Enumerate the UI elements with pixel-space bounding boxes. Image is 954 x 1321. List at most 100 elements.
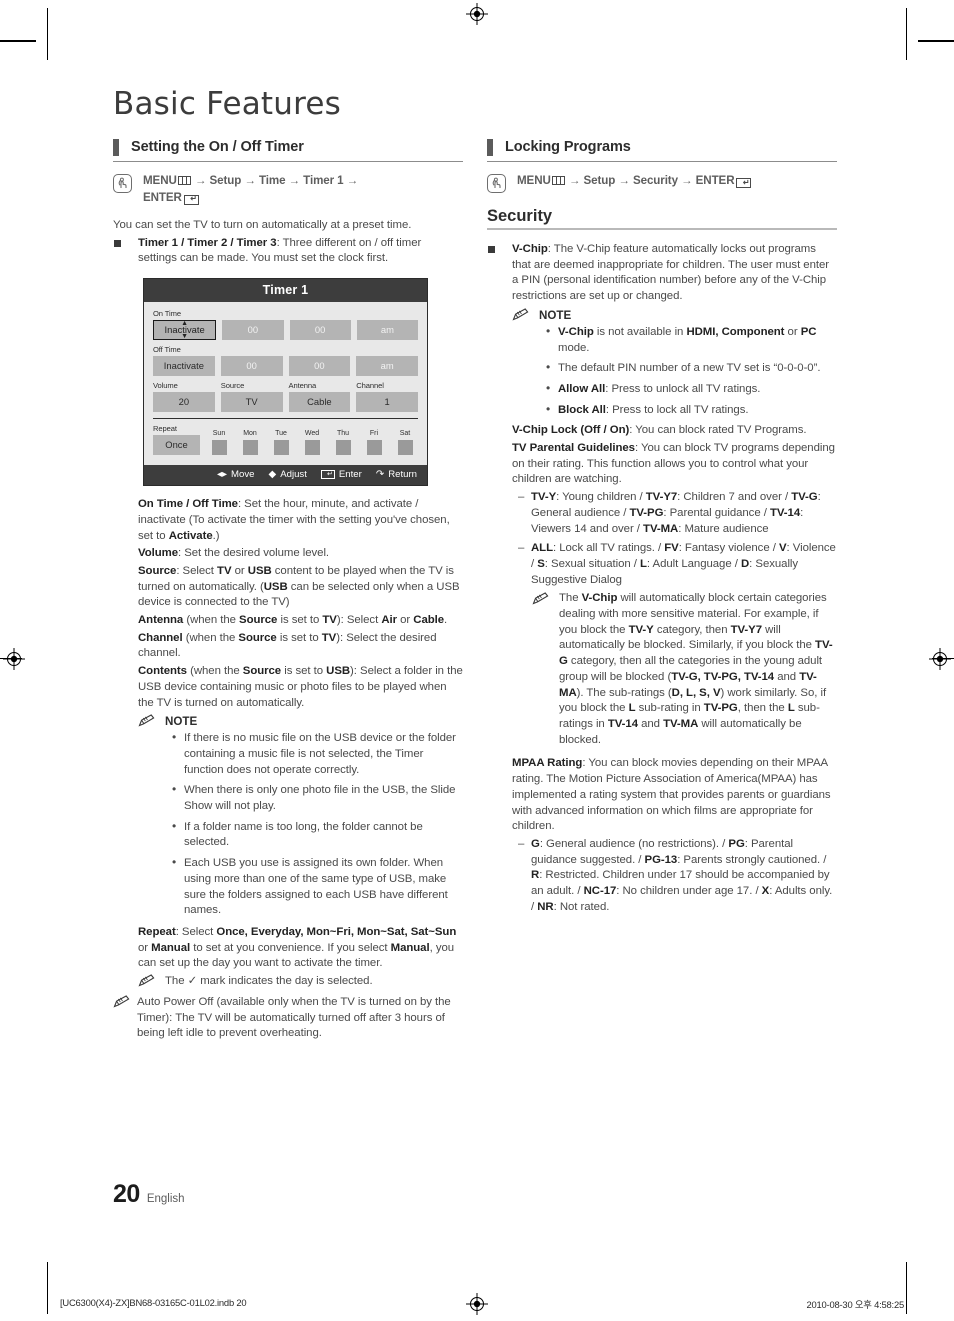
- osd-on-time-minute[interactable]: 00: [289, 320, 351, 341]
- osd-action-move-label: Move: [231, 469, 255, 481]
- osd-quad-row: 20 TV Cable 1: [153, 392, 418, 413]
- footer-file-info: [UC6300(X4)-ZX]BN68-03165C-01L02.indb 20: [60, 1297, 247, 1308]
- osd-volume-value[interactable]: 20: [153, 392, 215, 413]
- list-item: Block All: Press to lock all TV ratings.: [546, 402, 837, 419]
- return-arrow-icon: ↷: [375, 468, 385, 480]
- menu-step-setup: Setup: [209, 174, 242, 187]
- desc-mpaa-rating: MPAA Rating: You can block movies depend…: [512, 757, 831, 833]
- vchip-note-list: V-Chip is not available in HDMI, Compone…: [512, 324, 837, 419]
- check-mark-note-text: The ✓ mark indicates the day is selected…: [165, 975, 373, 988]
- pencil-icon: [532, 592, 549, 611]
- osd-day-sat-box[interactable]: [397, 440, 413, 456]
- osd-day-tue[interactable]: Tue: [270, 430, 292, 456]
- osd-source-value[interactable]: TV: [220, 392, 283, 413]
- menu-step-time: Time: [258, 174, 286, 187]
- osd-day-sun[interactable]: Sun: [208, 430, 230, 456]
- osd-repeat-value[interactable]: Once: [153, 435, 200, 456]
- osd-channel-value[interactable]: 1: [356, 392, 418, 413]
- osd-off-time-ampm[interactable]: am: [356, 356, 418, 377]
- list-item: If a folder name is too long, the folder…: [172, 819, 463, 851]
- osd-quad-labels: Volume Source Antenna Channel: [153, 381, 418, 392]
- up-down-arrows-icon: ◆: [268, 468, 277, 480]
- osd-action-adjust[interactable]: ◆ Adjust: [269, 469, 307, 480]
- check-mark-note: The ✓ mark indicates the day is selected…: [138, 974, 463, 990]
- osd-day-thu[interactable]: Thu: [332, 430, 354, 456]
- osd-title: Timer 1: [144, 279, 427, 303]
- page-number-block: 20 English: [113, 1180, 185, 1209]
- osd-divider: [153, 418, 418, 420]
- list-item: G: General audience (no restrictions). /…: [518, 837, 837, 916]
- hand-press-icon: [487, 174, 506, 193]
- osd-day-tue-box[interactable]: [273, 440, 289, 456]
- osd-day-checkboxes: Sun Mon Tue Wed Thu Fri Sat: [208, 430, 418, 456]
- timer-bullet-term: Timer 1 / Timer 2 / Timer 3: [138, 236, 277, 249]
- auto-power-off-note: Auto Power Off (available only when the …: [113, 995, 463, 1042]
- spinner-up-icon: ▲: [181, 320, 189, 328]
- osd-day-thu-label: Thu: [336, 430, 350, 438]
- enter-key-icon: ↵: [736, 178, 752, 188]
- mpaa-rating-list: G: General audience (no restrictions). /…: [512, 837, 837, 916]
- page-language-label: English: [146, 1193, 185, 1205]
- desc-source: Source: Select TV or USB content to be p…: [138, 564, 460, 609]
- menu-enter-label: ENTER: [143, 190, 182, 204]
- note-heading-vchip: NOTE: [512, 308, 837, 324]
- osd-day-fri[interactable]: Fri: [363, 430, 385, 456]
- menu-step-setup: Setup: [583, 174, 616, 187]
- auto-power-off-text: Auto Power Off (available only when the …: [137, 995, 451, 1040]
- osd-day-fri-box[interactable]: [366, 440, 382, 456]
- timer-descriptions: On Time / Off Time: Set the hour, minute…: [113, 497, 463, 990]
- page-title: Basic Features: [113, 86, 342, 122]
- vchip-auto-block-text: The V-Chip will automatically block cert…: [559, 592, 833, 746]
- osd-action-enter[interactable]: ↵ Enter: [320, 469, 362, 481]
- osd-footer-actions: ◂▸ Move ◆ Adjust ↵ Enter ↷ Return: [144, 465, 427, 486]
- subheading-security: Security: [487, 207, 837, 230]
- osd-on-time-state[interactable]: ▲ Inactivate ▼: [153, 320, 217, 341]
- note-heading-text: NOTE: [539, 308, 572, 322]
- menu-grid-icon: [177, 176, 191, 185]
- footer-timestamp: 2010-08-30 오후 4:58:25: [806, 1299, 905, 1310]
- intro-paragraph: You can set the TV to turn on automatica…: [113, 219, 412, 231]
- osd-day-tue-label: Tue: [275, 430, 287, 438]
- osd-off-time-label: Off Time: [153, 345, 181, 355]
- left-column: Setting the On / Off Timer MENU → Setup …: [113, 138, 463, 1044]
- menu-prefix: MENU: [143, 174, 177, 187]
- pencil-icon: [512, 308, 529, 324]
- menu-prefix: MENU: [517, 174, 551, 187]
- left-right-arrows-icon: ◂▸: [216, 468, 228, 480]
- menu-path-security: MENU → Setup → Security → ENTER ↵: [487, 173, 837, 193]
- osd-on-time-ampm[interactable]: am: [356, 320, 418, 341]
- osd-day-mon[interactable]: Mon: [239, 430, 261, 456]
- vchip-bullet-item: V-Chip: The V-Chip feature automatically…: [487, 242, 837, 305]
- osd-repeat-left: Repeat Once: [153, 424, 200, 456]
- heading-bar: [487, 139, 493, 156]
- osd-action-adjust-label: Adjust: [280, 469, 307, 481]
- osd-on-time-hour[interactable]: 00: [222, 320, 284, 341]
- osd-action-move[interactable]: ◂▸ Move: [217, 469, 255, 480]
- osd-off-time-hour[interactable]: 00: [220, 356, 283, 377]
- osd-day-thu-box[interactable]: [335, 440, 351, 456]
- osd-action-return[interactable]: ↷ Return: [376, 469, 417, 480]
- osd-off-time-state[interactable]: Inactivate: [153, 356, 215, 377]
- osd-day-sat-label: Sat: [399, 430, 411, 438]
- enter-key-icon: ↵: [320, 470, 335, 480]
- osd-day-sat[interactable]: Sat: [394, 430, 416, 456]
- spinner-down-icon: ▼: [181, 333, 189, 341]
- list-item: When there is only one photo file in the…: [172, 782, 463, 814]
- section-heading-on-off-timer: Setting the On / Off Timer: [113, 138, 463, 162]
- hand-press-icon: [113, 174, 132, 193]
- osd-day-wed-box[interactable]: [304, 440, 320, 456]
- list-item: V-Chip is not available in HDMI, Compone…: [546, 324, 837, 356]
- menu-step-timer1: Timer 1: [303, 174, 344, 187]
- osd-off-time-minute[interactable]: 00: [288, 356, 351, 377]
- osd-action-enter-label: Enter: [338, 469, 362, 481]
- timer-osd-dialog: Timer 1 On Time ▲ Inactivate ▼ 00 00 am …: [143, 278, 428, 487]
- list-item: TV-Y: Young children / TV-Y7: Children 7…: [518, 490, 837, 537]
- osd-day-wed[interactable]: Wed: [301, 430, 323, 456]
- osd-day-sun-box[interactable]: [211, 440, 227, 456]
- osd-antenna-label: Antenna: [288, 381, 317, 391]
- tv-rating-list: TV-Y: Young children / TV-Y7: Children 7…: [512, 490, 837, 748]
- note-heading-text: NOTE: [165, 715, 198, 729]
- osd-day-mon-box[interactable]: [242, 440, 258, 456]
- desc-volume: Volume: Set the desired volume level.: [138, 547, 330, 560]
- osd-antenna-value[interactable]: Cable: [288, 392, 351, 413]
